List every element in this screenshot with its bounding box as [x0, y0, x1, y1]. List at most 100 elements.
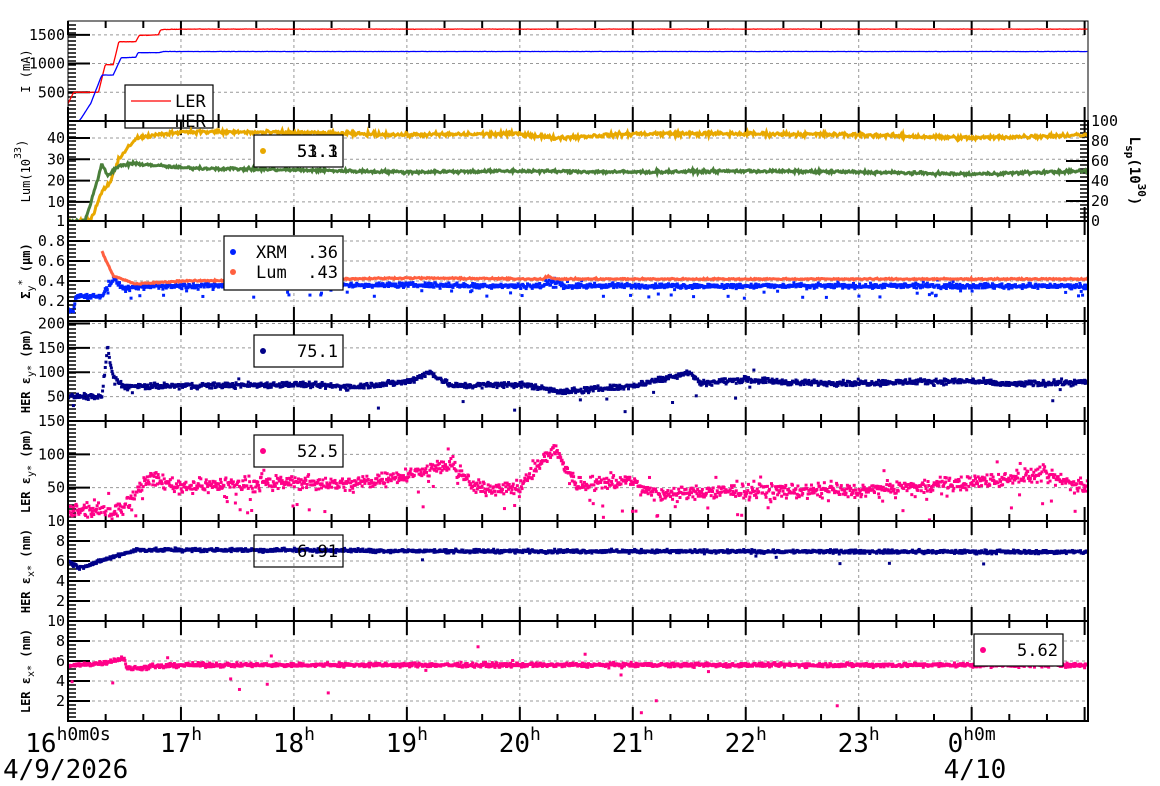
data-point: [891, 484, 894, 487]
data-point: [346, 291, 349, 294]
data-point: [329, 382, 332, 385]
data-point: [916, 292, 919, 295]
data-point: [782, 490, 785, 493]
data-point: [102, 505, 105, 508]
data-point: [600, 478, 603, 481]
y-tick-label: 0.8: [38, 232, 65, 250]
data-point: [860, 493, 863, 496]
data-point: [588, 499, 591, 502]
data-point: [652, 391, 655, 394]
data-point: [734, 397, 737, 400]
data-point: [324, 477, 327, 480]
data-point: [130, 297, 133, 300]
data-point: [244, 478, 247, 481]
data-point: [381, 478, 384, 481]
data-point: [627, 387, 630, 390]
data-point: [695, 394, 698, 397]
data-point: [303, 482, 306, 485]
data-point: [462, 400, 465, 403]
legend: XRM.36Lum.43: [224, 236, 343, 290]
data-point: [109, 507, 112, 510]
data-point: [279, 476, 282, 479]
data-point: [386, 472, 389, 475]
data-point: [806, 497, 809, 500]
legend-value-overlap: 51.1: [297, 142, 338, 162]
data-point: [612, 474, 615, 477]
data-point: [392, 472, 395, 475]
data-point: [748, 498, 751, 501]
data-point: [992, 476, 995, 479]
data-point: [706, 506, 709, 509]
data-point: [104, 513, 107, 516]
data-point: [748, 496, 751, 499]
data-point: [729, 493, 732, 496]
data-point: [426, 465, 429, 468]
data-point: [882, 486, 885, 489]
data-point: [916, 489, 919, 492]
data-point: [459, 464, 462, 467]
data-point: [920, 489, 923, 492]
data-point: [615, 479, 618, 482]
data-point: [735, 480, 738, 483]
legend-label: XRM: [256, 243, 287, 263]
data-point: [407, 475, 410, 478]
data-point: [986, 473, 989, 476]
data-point: [780, 495, 783, 498]
data-point: [716, 491, 719, 494]
data-point: [853, 496, 856, 499]
y-tick-label: 50: [47, 388, 65, 406]
y-tick-label: 10: [47, 193, 65, 211]
data-point: [289, 484, 292, 487]
data-point: [501, 488, 504, 491]
data-point: [87, 398, 90, 401]
data-point: [181, 491, 184, 494]
data-point: [657, 293, 660, 296]
data-point: [146, 384, 149, 387]
data-point: [134, 494, 137, 497]
data-point: [121, 513, 124, 516]
data-point: [894, 496, 897, 499]
data-point: [492, 485, 495, 488]
data-point: [639, 493, 642, 496]
data-point: [82, 397, 85, 400]
data-point: [519, 490, 522, 493]
data-point: [601, 504, 604, 507]
data-point: [768, 488, 771, 491]
data-point: [881, 500, 884, 503]
data-point: [176, 485, 179, 488]
data-point: [341, 477, 344, 480]
data-point: [982, 377, 985, 380]
data-point: [301, 486, 304, 489]
data-point: [691, 495, 694, 498]
data-point: [520, 386, 523, 389]
data-point: [1011, 482, 1014, 485]
data-point: [857, 295, 860, 298]
data-point: [432, 286, 435, 289]
data-point: [906, 489, 909, 492]
data-point: [335, 482, 338, 485]
data-point: [153, 475, 156, 478]
data-point: [234, 387, 237, 390]
data-point: [513, 504, 516, 507]
data-point: [448, 460, 451, 463]
data-point: [251, 487, 254, 490]
data-point: [922, 281, 925, 284]
y-tick-label: 0.4: [38, 272, 65, 290]
data-point: [880, 488, 883, 491]
data-point: [767, 506, 770, 509]
data-point: [348, 478, 351, 481]
data-point: [161, 482, 164, 485]
data-point: [670, 491, 673, 494]
data-point: [477, 478, 480, 481]
data-point: [744, 375, 747, 378]
data-point: [95, 508, 98, 511]
data-point: [485, 494, 488, 497]
data-point: [502, 492, 505, 495]
data-point: [420, 289, 423, 292]
data-point: [817, 482, 820, 485]
data-point: [104, 361, 107, 364]
data-point: [999, 480, 1002, 483]
data-point: [226, 500, 229, 503]
data-point: [647, 295, 650, 298]
data-point: [475, 491, 478, 494]
